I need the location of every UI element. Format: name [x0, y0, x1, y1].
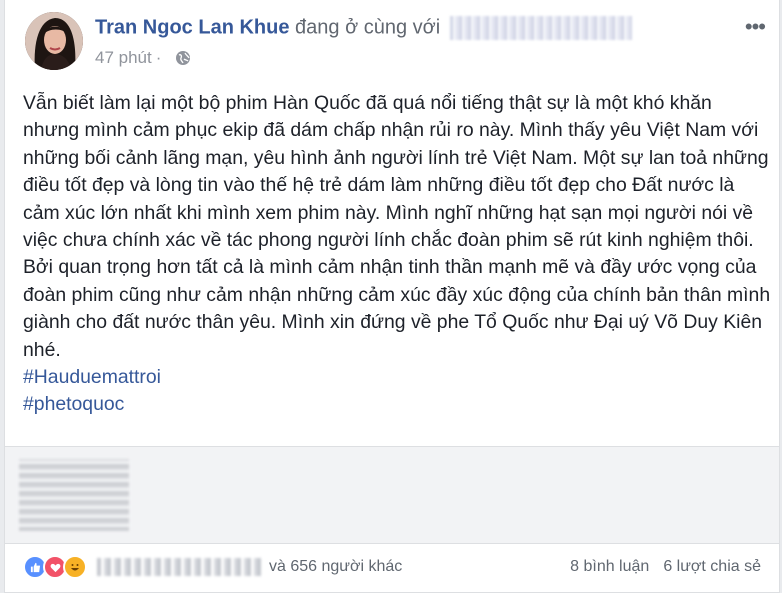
reactor-names-blurred — [97, 558, 263, 576]
shares-count-link[interactable]: 6 lượt chia sẻ — [663, 558, 761, 576]
comments-count-link[interactable]: 8 bình luận — [570, 558, 649, 576]
hashtag-link[interactable]: #phetoquoc — [23, 391, 771, 418]
reactions-bar: và 656 người khác 8 bình luận 6 lượt chi… — [5, 552, 779, 582]
hashtag-link[interactable]: #Hauduemattroi — [23, 364, 771, 391]
reactors-count-text: và 656 người khác — [269, 558, 403, 575]
meta-separator: · — [155, 48, 162, 67]
post-card: Tran Ngoc Lan Khue đang ở cùng với 47 ph… — [4, 0, 780, 593]
attachment-blurred — [19, 459, 129, 531]
post-header: Tran Ngoc Lan Khue đang ở cùng với 47 ph… — [5, 0, 779, 82]
reaction-icons[interactable] — [23, 555, 87, 579]
shared-attachment[interactable] — [5, 446, 779, 544]
more-icon[interactable]: ••• — [745, 14, 766, 40]
globe-icon[interactable] — [175, 50, 191, 66]
tagged-friends-blurred[interactable] — [449, 16, 632, 40]
author-name-link[interactable]: Tran Ngoc Lan Khue — [95, 16, 289, 38]
engagement-stats: 8 bình luận 6 lượt chia sẻ — [570, 558, 761, 576]
reactors-summary[interactable]: và 656 người khác — [97, 558, 402, 576]
post-timestamp[interactable]: 47 phút — [95, 48, 152, 68]
avatar[interactable] — [25, 12, 83, 70]
post-meta: 47 phút · — [95, 48, 191, 68]
post-title-line: Tran Ngoc Lan Khue đang ở cùng với — [95, 16, 632, 40]
post-text: Vẫn biết làm lại một bộ phim Hàn Quốc đã… — [23, 92, 771, 361]
avatar-image — [25, 12, 83, 70]
post-body: Vẫn biết làm lại một bộ phim Hàn Quốc đã… — [23, 90, 771, 419]
haha-icon — [63, 555, 87, 579]
with-text: đang ở cùng với — [295, 16, 441, 39]
